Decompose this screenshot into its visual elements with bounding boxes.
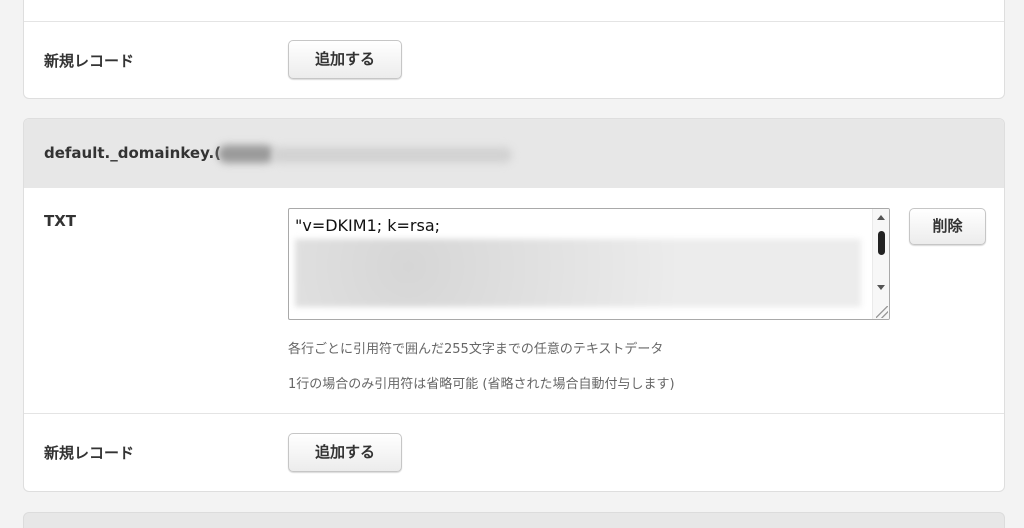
- help-text-line-2: 1行の場合のみ引用符は省略可能 (省略された場合自動付与します): [288, 377, 675, 392]
- txt-value-textarea[interactable]: "v=DKIM1; k=rsa;: [288, 208, 890, 320]
- divider: [24, 413, 1004, 414]
- record-card-previous: 新規レコード 追加する: [23, 0, 1005, 99]
- new-record-label: 新規レコード: [44, 52, 135, 70]
- txt-value-text: "v=DKIM1; k=rsa;: [295, 216, 441, 235]
- redacted-key-data: [295, 239, 861, 307]
- scroll-thumb[interactable]: [878, 231, 885, 255]
- record-type-label: TXT: [44, 212, 77, 230]
- scroll-up-arrow-icon[interactable]: [877, 215, 885, 220]
- resize-grip-icon[interactable]: [876, 306, 888, 318]
- domain-name-title: default._domainkey.(: [44, 144, 222, 162]
- card-header: default._domainkey.(: [24, 119, 1004, 188]
- redacted-domain: [218, 145, 274, 163]
- scroll-down-arrow-icon[interactable]: [877, 285, 885, 290]
- delete-button[interactable]: 削除: [909, 208, 986, 245]
- record-card-domainkey: default._domainkey.( TXT "v=DKIM1; k=rsa…: [23, 118, 1005, 492]
- help-text-line-1: 各行ごとに引用符で囲んだ255文字までの任意のテキストデータ: [288, 342, 664, 357]
- divider: [24, 21, 1004, 22]
- record-card-next: [23, 512, 1005, 528]
- redacted-domain-tail: [272, 147, 512, 163]
- new-record-label: 新規レコード: [44, 444, 135, 462]
- textarea-scrollbar[interactable]: [872, 209, 889, 319]
- add-record-button[interactable]: 追加する: [288, 433, 402, 472]
- add-record-button[interactable]: 追加する: [288, 40, 402, 79]
